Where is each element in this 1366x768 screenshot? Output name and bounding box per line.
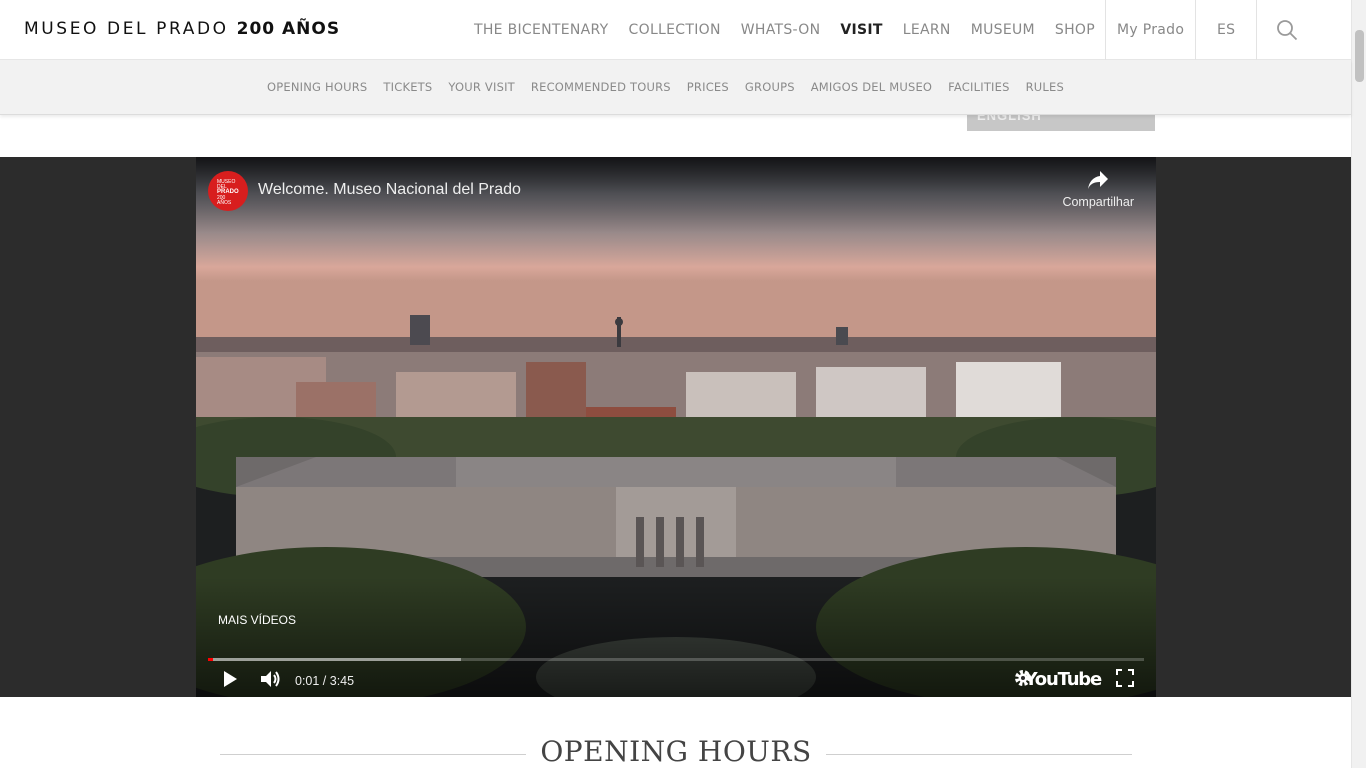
play-icon <box>224 671 237 687</box>
subnav-amigos-del-museo[interactable]: AMIGOS DEL MUSEO <box>803 80 940 94</box>
main-nav: THE BICENTENARY COLLECTION WHATS-ON VISI… <box>464 0 1317 60</box>
opening-hours-section-header: OPENING HOURS <box>220 733 1132 768</box>
volume-icon <box>261 671 280 687</box>
nav-item-museum[interactable]: MUSEUM <box>961 22 1045 38</box>
visit-subnav: OPENING HOURS TICKETS YOUR VISIT RECOMME… <box>259 80 1072 94</box>
subnav-opening-hours[interactable]: OPENING HOURS <box>259 80 375 94</box>
nav-item-shop[interactable]: SHOP <box>1045 22 1105 38</box>
search-icon <box>1277 20 1298 41</box>
visit-subnav-bar: OPENING HOURS TICKETS YOUR VISIT RECOMME… <box>0 60 1351 115</box>
share-button[interactable]: Compartilhar <box>1062 169 1134 209</box>
subnav-rules[interactable]: RULES <box>1018 80 1072 94</box>
fullscreen-button[interactable] <box>1116 669 1134 692</box>
nav-item-bicentenary[interactable]: THE BICENTENARY <box>464 22 619 38</box>
play-button[interactable] <box>220 669 240 694</box>
youtube-player[interactable]: MUSEO DEL PRADO 200 AÑOS Welcome. Museo … <box>196 157 1156 697</box>
share-icon <box>1088 171 1109 189</box>
fullscreen-icon <box>1116 669 1134 687</box>
subnav-tickets[interactable]: TICKETS <box>375 80 440 94</box>
video-title[interactable]: Welcome. Museo Nacional del Prado <box>258 181 521 199</box>
language-switch[interactable]: ES <box>1196 22 1256 38</box>
player-controls: 0:01 / 3:45 YouTube <box>196 661 1156 697</box>
search-button[interactable] <box>1257 0 1317 60</box>
subnav-recommended-tours[interactable]: RECOMMENDED TOURS <box>523 80 679 94</box>
language-dropdown[interactable]: ENGLISH <box>967 115 1155 131</box>
nav-item-collection[interactable]: COLLECTION <box>619 22 731 38</box>
heading-divider-right <box>826 754 1132 755</box>
subnav-prices[interactable]: PRICES <box>679 80 737 94</box>
subnav-facilities[interactable]: FACILITIES <box>940 80 1017 94</box>
language-option-english[interactable]: ENGLISH <box>977 115 1042 123</box>
top-header: MUSEO DEL PRADO 200 AÑOS THE BICENTENARY… <box>0 0 1351 60</box>
share-label: Compartilhar <box>1062 195 1134 209</box>
logo-main-text: MUSEO DEL PRADO <box>24 19 229 39</box>
site-logo[interactable]: MUSEO DEL PRADO 200 AÑOS <box>24 19 340 39</box>
channel-avatar[interactable]: MUSEO DEL PRADO 200 AÑOS <box>208 171 248 211</box>
video-section: MUSEO DEL PRADO 200 AÑOS Welcome. Museo … <box>0 157 1351 697</box>
subnav-groups[interactable]: GROUPS <box>737 80 803 94</box>
mute-button[interactable] <box>260 669 282 694</box>
section-title: OPENING HOURS <box>540 735 812 768</box>
scrollbar-thumb[interactable] <box>1355 30 1364 82</box>
nav-item-learn[interactable]: LEARN <box>893 22 961 38</box>
video-frame-aerial-madrid <box>196 157 1156 697</box>
logo-anniversary-text: 200 AÑOS <box>236 19 341 39</box>
channel-logo-text: AÑOS <box>217 199 232 206</box>
my-prado-link[interactable]: My Prado <box>1106 22 1195 38</box>
page-scrollbar[interactable] <box>1351 0 1366 768</box>
video-timecode: 0:01 / 3:45 <box>295 674 355 688</box>
youtube-logo[interactable]: YouTube <box>1025 669 1103 690</box>
subnav-your-visit[interactable]: YOUR VISIT <box>440 80 523 94</box>
nav-item-visit[interactable]: VISIT <box>830 22 892 38</box>
nav-item-whats-on[interactable]: WHATS-ON <box>731 22 831 38</box>
more-videos-button[interactable]: MAIS VÍDEOS <box>218 613 296 627</box>
